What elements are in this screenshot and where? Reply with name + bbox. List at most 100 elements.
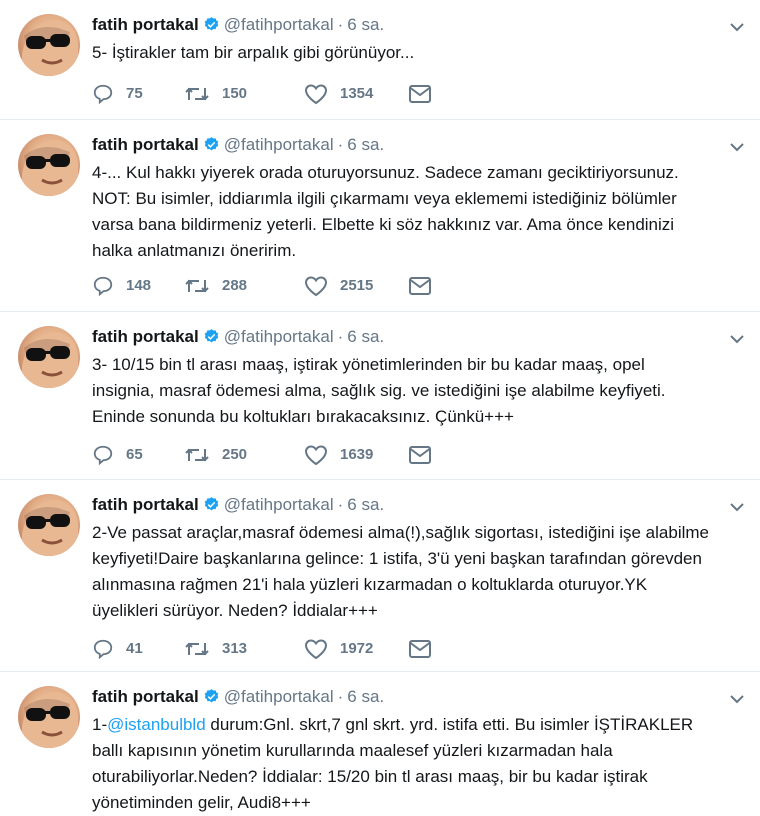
reply-icon <box>93 84 113 105</box>
verified-badge-icon <box>204 329 218 343</box>
author-name[interactable]: fatih portakal <box>92 495 199 514</box>
reply-count: 75 <box>126 85 143 102</box>
avatar-portrait-icon <box>22 692 78 748</box>
heart-icon <box>304 639 328 660</box>
like-button[interactable]: 1972 <box>304 637 373 661</box>
tweet-header: fatih portakal @fatihportakal · 6 sa. <box>92 686 384 708</box>
direct-message-button[interactable] <box>408 637 444 661</box>
tweet[interactable]: fatih portakal @fatihportakal · 6 sa. 2-Ve … <box>0 480 760 672</box>
chevron-down-icon[interactable] <box>726 136 748 158</box>
timestamp[interactable]: 6 sa. <box>347 495 384 514</box>
tweet-actions: 65 250 1639 <box>92 443 512 467</box>
avatar[interactable] <box>18 494 80 556</box>
like-button[interactable]: 2515 <box>304 274 373 298</box>
author-name[interactable]: fatih portakal <box>92 135 199 154</box>
verified-badge-icon <box>204 17 218 31</box>
verified-badge-icon <box>204 689 218 703</box>
avatar-portrait-icon <box>22 20 78 76</box>
envelope-icon <box>409 640 431 658</box>
reply-icon <box>93 445 113 466</box>
tweet-text: 1-@istanbulbld durum:Gnl. skrt,7 gnl skr… <box>92 712 732 816</box>
reply-count: 65 <box>126 446 143 463</box>
retweet-button[interactable]: 288 <box>184 274 247 298</box>
retweet-button[interactable]: 150 <box>184 82 247 106</box>
direct-message-button[interactable] <box>408 82 444 106</box>
avatar[interactable] <box>18 686 80 748</box>
reply-button[interactable]: 148 <box>92 274 151 298</box>
chevron-down-icon[interactable] <box>726 688 748 710</box>
tweet-header: fatih portakal @fatihportakal · 6 sa. <box>92 326 384 348</box>
author-name[interactable]: fatih portakal <box>92 15 199 34</box>
like-count: 1972 <box>340 640 374 657</box>
envelope-icon <box>409 85 431 103</box>
retweet-icon <box>185 448 209 462</box>
reply-button[interactable]: 41 <box>92 637 143 661</box>
timestamp[interactable]: 6 sa. <box>347 687 384 706</box>
like-button[interactable]: 1639 <box>304 443 373 467</box>
retweet-button[interactable]: 313 <box>184 637 247 661</box>
heart-icon <box>304 84 328 105</box>
tweet-text-prefix: 1- <box>92 715 108 734</box>
author-handle[interactable]: @fatihportakal <box>224 15 334 34</box>
author-name[interactable]: fatih portakal <box>92 687 199 706</box>
avatar[interactable] <box>18 14 80 76</box>
tweet[interactable]: fatih portakal @fatihportakal · 6 sa. 3- 10… <box>0 312 760 480</box>
author-handle[interactable]: @fatihportakal <box>224 135 334 154</box>
author-handle[interactable]: @fatihportakal <box>224 327 334 346</box>
separator-dot: · <box>337 15 344 34</box>
tweet-text: 3- 10/15 bin tl arası maaş, iştirak yöne… <box>92 355 666 426</box>
avatar-portrait-icon <box>22 332 78 388</box>
retweet-icon <box>185 642 209 656</box>
timestamp[interactable]: 6 sa. <box>347 135 384 154</box>
chevron-down-icon[interactable] <box>726 16 748 38</box>
avatar[interactable] <box>18 326 80 388</box>
like-count: 1354 <box>340 85 374 102</box>
avatar-portrait-icon <box>22 500 78 556</box>
retweet-count: 313 <box>222 640 248 657</box>
heart-icon <box>304 445 328 466</box>
chevron-down-icon[interactable] <box>726 496 748 518</box>
timestamp[interactable]: 6 sa. <box>347 15 384 34</box>
retweet-button[interactable]: 250 <box>184 443 247 467</box>
reply-count: 148 <box>126 277 152 294</box>
reply-icon <box>93 276 113 297</box>
tweet-text: 5- İştirakler tam bir arpalık gibi görün… <box>92 43 415 62</box>
retweet-icon <box>185 279 209 293</box>
tweet[interactable]: fatih portakal @fatihportakal · 6 sa. 1-@is… <box>0 672 760 812</box>
retweet-count: 150 <box>222 85 248 102</box>
tweet-actions: 148 288 2515 <box>92 274 512 298</box>
tweet-header: fatih portakal @fatihportakal · 6 sa. <box>92 14 384 36</box>
tweet-text: 4-... Kul hakkı yiyerek orada oturuyorsu… <box>92 163 679 260</box>
like-button[interactable]: 1354 <box>304 82 373 106</box>
like-count: 2515 <box>340 277 374 294</box>
retweet-icon <box>185 87 209 101</box>
envelope-icon <box>409 277 431 295</box>
chevron-down-icon[interactable] <box>726 328 748 350</box>
author-name[interactable]: fatih portakal <box>92 327 199 346</box>
tweet-actions: 41 313 1972 <box>92 637 512 661</box>
verified-badge-icon <box>204 497 218 511</box>
tweet-header: fatih portakal @fatihportakal · 6 sa. <box>92 494 384 516</box>
mention-link[interactable]: @istanbulbld <box>107 715 206 734</box>
tweet[interactable]: fatih portakal @fatihportakal · 6 sa. 5- İş… <box>0 0 760 120</box>
like-count: 1639 <box>340 446 374 463</box>
reply-icon <box>93 639 113 660</box>
heart-icon <box>304 276 328 297</box>
reply-button[interactable]: 75 <box>92 82 143 106</box>
retweet-count: 288 <box>222 277 248 294</box>
separator-dot: · <box>337 495 344 514</box>
author-handle[interactable]: @fatihportakal <box>224 495 334 514</box>
avatar-portrait-icon <box>22 140 78 196</box>
avatar[interactable] <box>18 134 80 196</box>
tweet[interactable]: fatih portakal @fatihportakal · 6 sa. 4-...… <box>0 120 760 312</box>
timestamp[interactable]: 6 sa. <box>347 327 384 346</box>
tweet-actions: 75 150 1354 <box>92 82 512 106</box>
direct-message-button[interactable] <box>408 443 444 467</box>
separator-dot: · <box>337 687 344 706</box>
retweet-count: 250 <box>222 446 248 463</box>
author-handle[interactable]: @fatihportakal <box>224 687 334 706</box>
tweet-text: 2-Ve passat araçlar,masraf ödemesi alma(… <box>92 523 709 620</box>
direct-message-button[interactable] <box>408 274 444 298</box>
envelope-icon <box>409 446 431 464</box>
reply-button[interactable]: 65 <box>92 443 143 467</box>
